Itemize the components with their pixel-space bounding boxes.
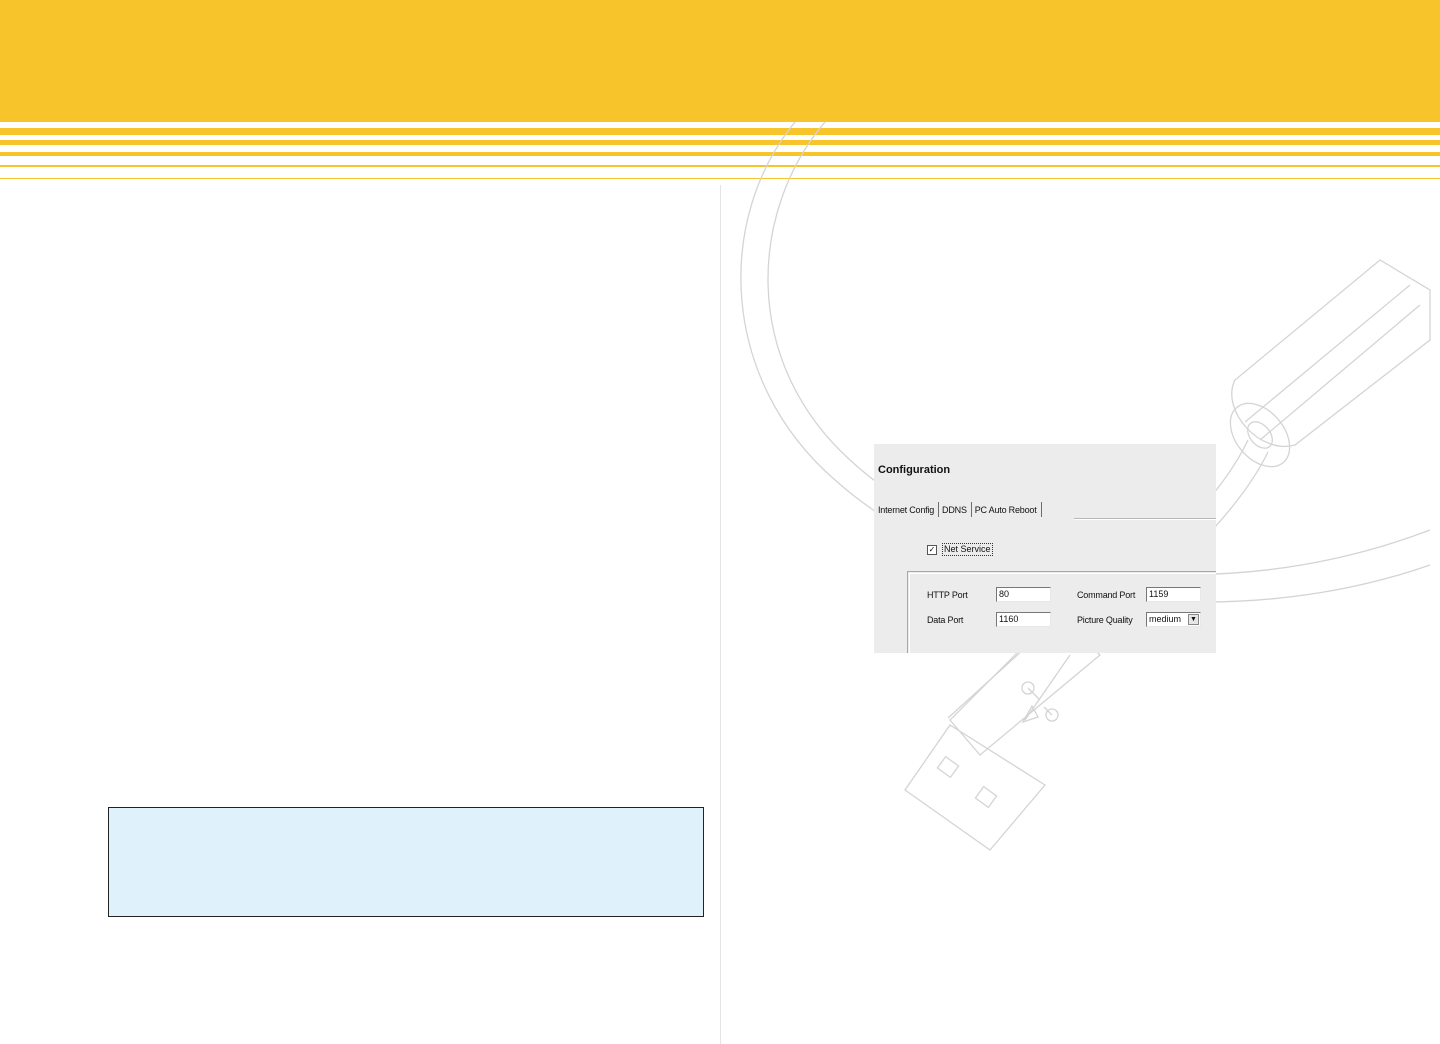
usb-connector — [904, 724, 1046, 851]
usb-connector-slot — [974, 785, 998, 809]
page: Configuration Internet Config DDNS PC Au… — [0, 0, 1440, 1044]
tab-baseline — [1074, 519, 1216, 520]
tab-pc-auto-reboot[interactable]: PC Auto Reboot — [972, 502, 1042, 517]
cable-strand — [1244, 284, 1411, 423]
command-port-input[interactable]: 1159 — [1146, 587, 1201, 602]
usb-symbol-icon — [1021, 654, 1071, 724]
configuration-panel: Configuration Internet Config DDNS PC Au… — [874, 444, 1216, 653]
ferrite-bead-end — [1229, 402, 1291, 468]
usb-connector-slot — [936, 755, 960, 779]
data-port-input[interactable]: 1160 — [996, 612, 1051, 627]
chevron-down-icon[interactable]: ▼ — [1188, 614, 1199, 625]
net-service-label[interactable]: Net Service — [942, 543, 993, 556]
tab-internet-config[interactable]: Internet Config — [876, 502, 940, 517]
net-service-checkbox[interactable]: ✓ — [927, 544, 937, 555]
config-title: Configuration — [878, 464, 951, 476]
http-port-input[interactable]: 80 — [996, 587, 1051, 602]
data-port-label: Data Port — [927, 615, 964, 625]
http-port-label: HTTP Port — [927, 590, 968, 600]
cable-strand — [1259, 304, 1421, 441]
picture-quality-value: medium — [1149, 614, 1182, 624]
command-port-label: Command Port — [1077, 590, 1136, 600]
tab-ddns[interactable]: DDNS — [939, 502, 972, 517]
picture-quality-label: Picture Quality — [1077, 615, 1133, 625]
note-box — [108, 807, 704, 917]
column-divider — [720, 185, 721, 1044]
ferrite-bead — [1231, 259, 1431, 448]
tab-bar: Internet Config DDNS PC Auto Reboot — [876, 502, 1042, 520]
header-band — [0, 0, 1440, 122]
picture-quality-select[interactable]: medium ▼ — [1146, 612, 1201, 627]
ferrite-bead-hole — [1247, 421, 1273, 449]
net-service-row: ✓ Net Service — [927, 543, 993, 556]
